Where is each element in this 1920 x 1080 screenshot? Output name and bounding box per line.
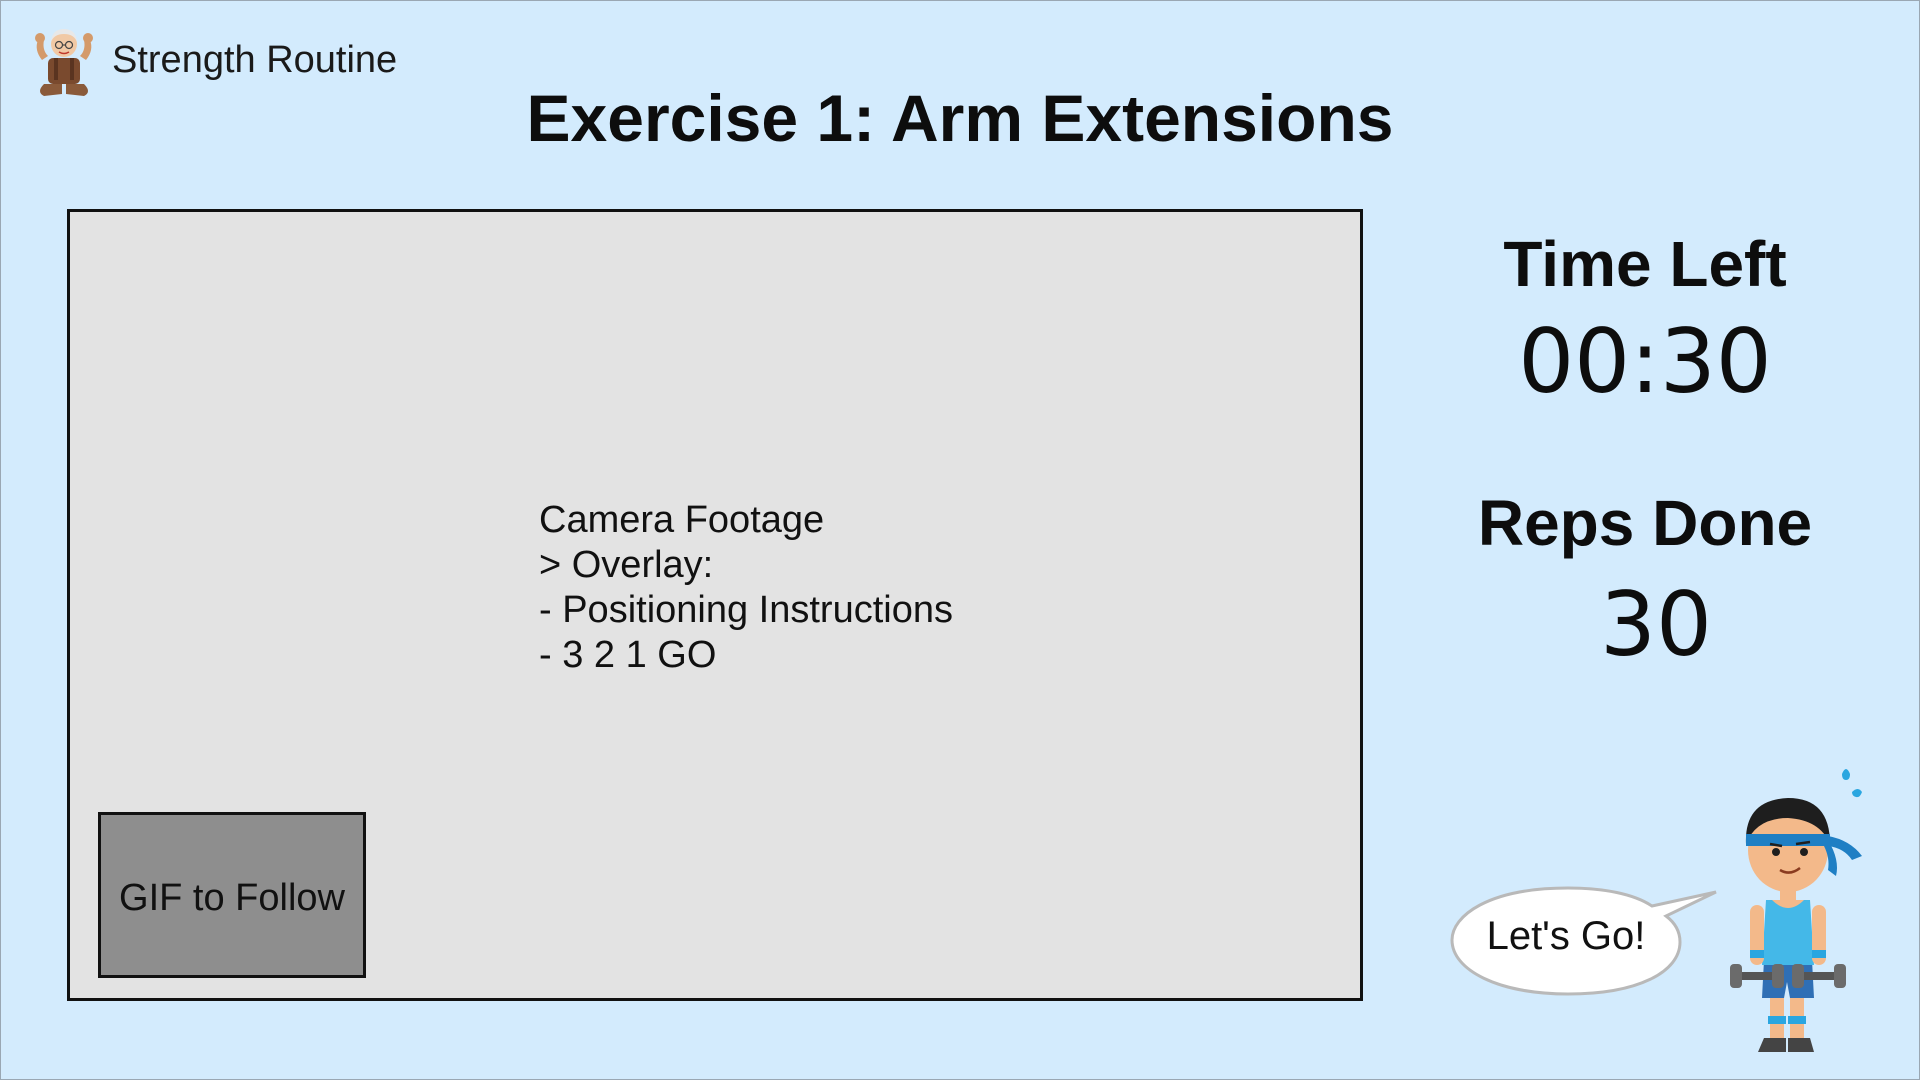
overlay-line: > Overlay: [539,544,714,586]
exercise-title: Exercise 1: Arm Extensions [526,81,1394,155]
overlay-line: - 3 2 1 GO [539,634,717,676]
time-left-value: 00:30 [1518,310,1772,413]
demo-gif-box: GIF to Follow [98,812,366,978]
camera-overlay-text: Camera Footage > Overlay: - Positioning … [539,498,953,678]
reps-done-label: Reps Done [1477,487,1813,559]
athlete-with-dumbbells-icon [1730,769,1862,1052]
gif-label: GIF to Follow [119,876,345,919]
app-title: Strength Routine [112,38,398,81]
stats-panel: Time Left 00:30 Reps Done 30 [1440,220,1850,669]
overlay-line: - Positioning Instructions [539,589,953,631]
reps-done-value: 30 [1600,573,1712,676]
time-left-label: Time Left [1503,228,1787,300]
overlay-line: Camera Footage [539,499,825,541]
grandparent-flexing-icon [35,29,93,96]
speech-text: Let's Go! [1486,914,1646,958]
camera-footage-panel: Camera Footage > Overlay: - Positioning … [67,209,1363,1001]
